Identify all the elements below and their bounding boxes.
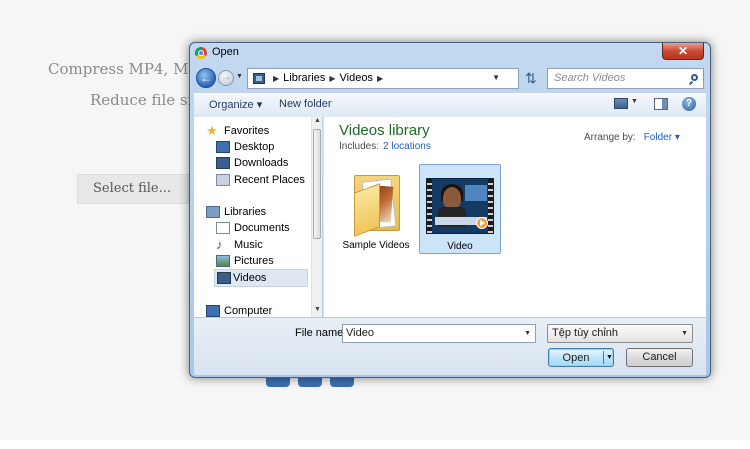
breadcrumb-separator-icon[interactable]: ▶: [377, 74, 383, 83]
film-strip-right: [488, 179, 493, 233]
scroll-down-icon[interactable]: ▼: [314, 306, 321, 313]
computer-icon: [206, 305, 220, 317]
arrange-by-label: Arrange by:: [584, 132, 636, 143]
sidebar-item-label: Videos: [233, 272, 267, 284]
open-file-dialog: Open ✕ ← → ▼ ▶ Libraries ▶ Videos ▶ ▼ ⇅ Sear…: [189, 42, 711, 378]
pictures-icon: [216, 255, 230, 267]
preview-pane-icon[interactable]: [654, 98, 668, 110]
close-button[interactable]: ✕: [662, 43, 704, 60]
breadcrumb-separator-icon: ▶: [273, 74, 280, 83]
film-strip-left: [427, 179, 432, 233]
file-item-label: Video: [447, 241, 473, 252]
file-type-select[interactable]: Tệp tùy chỉnh ▼: [547, 324, 693, 343]
downloads-icon: [216, 157, 230, 169]
video-thumb-face: [443, 187, 461, 209]
cancel-button[interactable]: Cancel: [626, 348, 693, 367]
recent-places-icon: [216, 174, 230, 186]
forward-button[interactable]: →: [218, 70, 234, 86]
library-icon: [253, 73, 265, 84]
sidebar-item-videos[interactable]: Videos: [214, 269, 308, 287]
command-toolbar: Organize ▾ New folder ▼ ?: [194, 92, 706, 118]
refresh-icon[interactable]: ⇅: [525, 70, 537, 87]
dialog-footer: File name: Video ▼ Tệp tùy chỉnh ▼ Open …: [194, 317, 706, 375]
sidebar-item-label: Favorites: [224, 125, 270, 137]
sidebar-item-libraries[interactable]: Libraries: [206, 205, 306, 221]
search-icon[interactable]: [691, 74, 698, 81]
nav-scrollbar[interactable]: ▲ ▼: [311, 117, 322, 317]
sidebar-item-recent-places[interactable]: Recent Places: [216, 173, 306, 189]
documents-icon: [216, 222, 230, 234]
help-icon[interactable]: ?: [682, 97, 696, 111]
chrome-icon: [195, 47, 207, 59]
view-options-chevron-icon[interactable]: ▼: [631, 98, 638, 105]
sidebar-item-label: Music: [234, 239, 263, 251]
new-folder-button[interactable]: New folder: [279, 98, 332, 110]
breadcrumb: ▶ Libraries ▶ Videos ▶: [269, 72, 387, 84]
file-type-chevron-down-icon: ▼: [681, 330, 688, 337]
sidebar-item-downloads[interactable]: Downloads: [216, 156, 306, 172]
file-name-field[interactable]: Video ▼: [342, 324, 536, 343]
search-placeholder: Search Videos: [554, 72, 626, 84]
play-icon: [476, 217, 488, 229]
video-thumb-screen: [465, 185, 487, 201]
sidebar-item-favorites[interactable]: ★ Favorites: [206, 124, 306, 140]
file-item-label: Sample Videos: [342, 240, 410, 251]
library-title: Videos library: [339, 122, 430, 139]
breadcrumb-separator-icon: ▶: [329, 74, 336, 83]
sidebar-item-computer[interactable]: Computer: [206, 304, 306, 317]
music-icon: ♪: [216, 237, 223, 252]
sidebar-item-label: Downloads: [234, 157, 289, 169]
sidebar-item-label: Documents: [234, 222, 290, 234]
libraries-icon: [206, 206, 220, 218]
file-name-label: File name:: [295, 327, 347, 339]
star-icon: ★: [206, 123, 218, 138]
back-button[interactable]: ←: [196, 68, 216, 88]
open-button-label: Open: [562, 352, 590, 364]
background-footer: [0, 440, 750, 449]
file-name-value: Video: [346, 327, 374, 339]
scroll-thumb[interactable]: [313, 129, 321, 239]
sidebar-item-pictures[interactable]: Pictures: [216, 254, 306, 270]
address-dropdown-icon[interactable]: ▼: [492, 73, 500, 82]
sidebar-item-label: Desktop: [234, 141, 275, 153]
scroll-up-icon[interactable]: ▲: [314, 117, 321, 124]
bg-subheading-line: Reduce file siz: [90, 91, 201, 109]
sidebar-item-music[interactable]: ♪ Music: [216, 238, 306, 254]
open-split-chevron-down-icon[interactable]: ▼: [606, 354, 613, 361]
sidebar-item-label: Computer: [224, 305, 273, 317]
open-button-divider: [603, 351, 604, 364]
address-bar[interactable]: ▶ Libraries ▶ Videos ▶ ▼: [247, 68, 519, 89]
arrange-by: Arrange by: Folder ▾: [584, 132, 680, 143]
dialog-title: Open: [212, 46, 239, 58]
open-button[interactable]: Open ▼: [548, 348, 614, 367]
sidebar-item-label: Libraries: [224, 206, 267, 218]
organize-button[interactable]: Organize ▾: [209, 98, 262, 111]
includes-locations-link[interactable]: 2 locations: [383, 141, 431, 152]
sidebar-item-label: Pictures: [234, 255, 274, 267]
arrange-by-dropdown[interactable]: Folder ▾: [644, 132, 680, 143]
file-item-sample-videos[interactable]: Sample Videos: [335, 164, 417, 254]
bg-heading-line: Compress MP4, MO: [48, 60, 201, 78]
videos-icon: [217, 272, 231, 284]
breadcrumb-libraries[interactable]: Libraries: [283, 72, 325, 84]
recent-locations-chevron-icon[interactable]: ▼: [236, 73, 243, 80]
file-type-value: Tệp tùy chỉnh: [552, 327, 619, 339]
file-list-pane: Videos library Includes: 2 locations Arra…: [323, 117, 706, 317]
includes-label: Includes:: [339, 141, 380, 152]
file-name-chevron-down-icon[interactable]: ▼: [524, 330, 531, 337]
video-file-icon: [426, 178, 494, 234]
library-includes: Includes: 2 locations: [339, 141, 431, 152]
select-file-button[interactable]: Select file...: [77, 174, 189, 204]
file-item-video[interactable]: Video: [419, 164, 501, 254]
breadcrumb-videos[interactable]: Videos: [340, 72, 373, 84]
navigation-pane: ★ Favorites Desktop Downloads Recent Pla…: [194, 117, 322, 317]
sidebar-item-desktop[interactable]: Desktop: [216, 140, 306, 156]
search-input[interactable]: Search Videos: [547, 68, 704, 89]
change-view-icon[interactable]: [614, 98, 628, 109]
sidebar-item-documents[interactable]: Documents: [216, 221, 306, 237]
desktop-icon: [216, 141, 230, 153]
sidebar-item-label: Recent Places: [234, 174, 305, 186]
